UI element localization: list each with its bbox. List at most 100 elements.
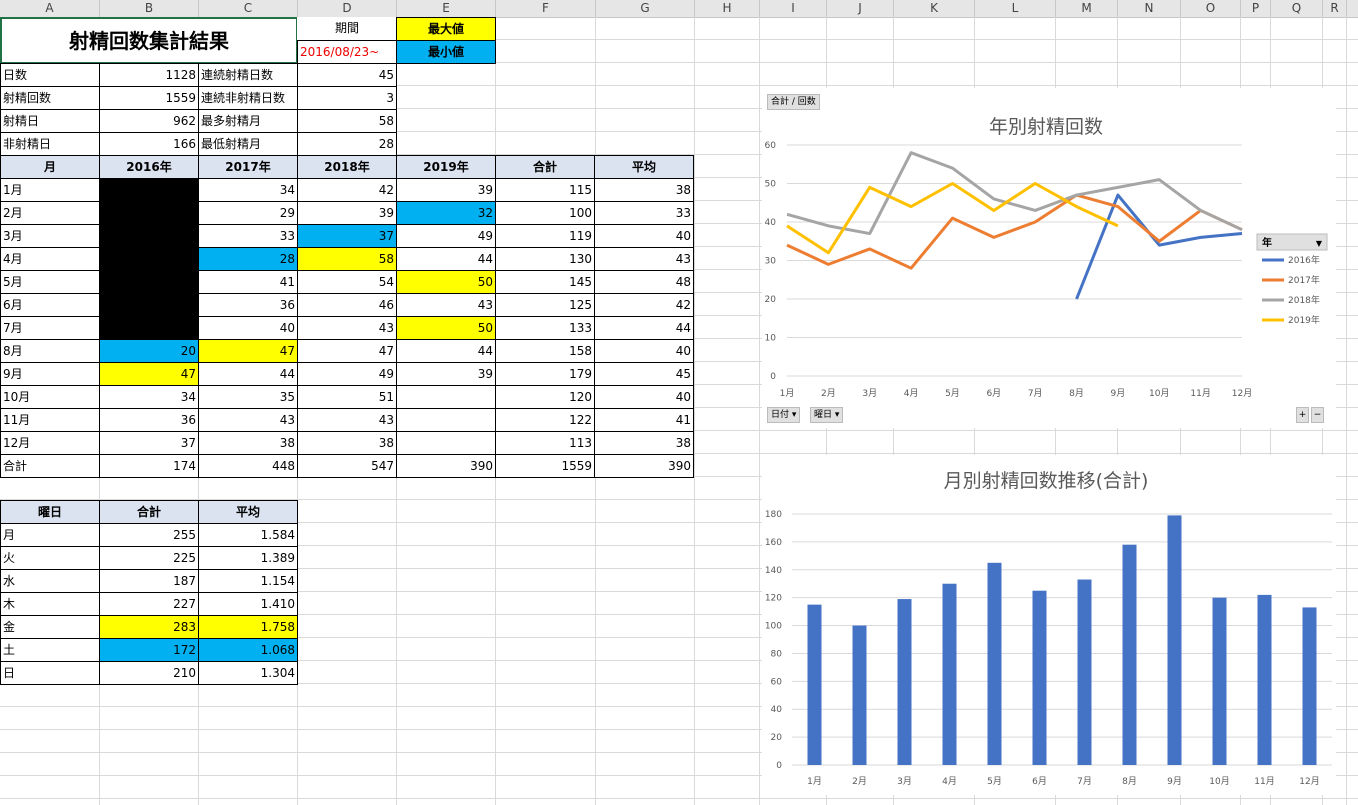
column-header-n[interactable]: N [1118,0,1181,17]
column-header-l[interactable]: L [975,0,1056,17]
weekday-row-label[interactable]: 土 [0,638,100,662]
monthly-row-label[interactable]: 10月 [0,385,100,409]
monthly-cell[interactable] [99,270,199,294]
monthly-header-cell[interactable]: 2018年 [297,155,397,179]
monthly-cell[interactable]: 28 [198,247,298,271]
monthly-cell[interactable]: 40 [198,316,298,340]
weekday-cell[interactable]: 1.154 [198,569,298,593]
summary-label[interactable]: 連続非射精日数 [198,86,298,110]
monthly-cell[interactable]: 179 [495,362,595,386]
column-header-c[interactable]: C [199,0,298,17]
monthly-row-label[interactable]: 12月 [0,431,100,455]
monthly-cell[interactable]: 50 [396,270,496,294]
monthly-cell[interactable]: 44 [396,339,496,363]
monthly-cell[interactable]: 49 [297,362,397,386]
monthly-cell[interactable]: 448 [198,454,298,478]
period-value[interactable]: 2016/08/23~ [297,40,397,64]
monthly-cell[interactable]: 158 [495,339,595,363]
summary-value[interactable]: 3 [297,86,397,110]
monthly-cell[interactable]: 40 [594,385,694,409]
monthly-header-cell[interactable]: 2017年 [198,155,298,179]
monthly-cell[interactable]: 43 [396,293,496,317]
summary-value[interactable]: 1128 [99,63,199,87]
weekday-cell[interactable]: 172 [99,638,199,662]
weekday-row-label[interactable]: 火 [0,546,100,570]
monthly-cell[interactable]: 48 [594,270,694,294]
monthly-cell[interactable]: 390 [396,454,496,478]
period-label[interactable]: 期間 [297,17,397,41]
monthly-cell[interactable]: 122 [495,408,595,432]
monthly-cell[interactable] [396,408,496,432]
column-header-i[interactable]: I [760,0,827,17]
monthly-cell[interactable]: 39 [396,178,496,202]
monthly-cell[interactable]: 34 [99,385,199,409]
monthly-cell[interactable]: 38 [594,178,694,202]
monthly-cell[interactable]: 29 [198,201,298,225]
monthly-cell[interactable]: 58 [297,247,397,271]
line-chart-yearly[interactable]: 合計 / 回数 年別射精回数 0 10 20 30 40 50 60 1月 2月 3月 4月 5月 6月 7… [762,88,1336,428]
weekday-row-label[interactable]: 日 [0,661,100,685]
monthly-cell[interactable]: 51 [297,385,397,409]
monthly-cell[interactable]: 390 [594,454,694,478]
monthly-row-label[interactable]: 3月 [0,224,100,248]
monthly-row-label[interactable]: 8月 [0,339,100,363]
monthly-row-label[interactable]: 11月 [0,408,100,432]
monthly-cell[interactable] [99,316,199,340]
monthly-cell[interactable]: 43 [198,408,298,432]
weekday-row-label[interactable]: 月 [0,523,100,547]
monthly-cell[interactable]: 40 [594,224,694,248]
sheet-title[interactable]: 射精回数集計結果 [0,17,298,64]
weekday-cell[interactable]: 1.758 [198,615,298,639]
monthly-cell[interactable]: 41 [594,408,694,432]
monthly-cell[interactable]: 47 [198,339,298,363]
monthly-cell[interactable]: 44 [594,316,694,340]
column-header-p[interactable]: P [1241,0,1271,17]
monthly-cell[interactable]: 32 [396,201,496,225]
monthly-cell[interactable]: 547 [297,454,397,478]
monthly-cell[interactable]: 36 [198,293,298,317]
monthly-cell[interactable]: 20 [99,339,199,363]
monthly-cell[interactable]: 100 [495,201,595,225]
weekday-cell[interactable]: 210 [99,661,199,685]
column-header-q[interactable]: Q [1271,0,1323,17]
summary-label[interactable]: 射精日 [0,109,100,133]
summary-value[interactable]: 45 [297,63,397,87]
monthly-cell[interactable]: 115 [495,178,595,202]
monthly-cell[interactable]: 37 [297,224,397,248]
zoom-in-button[interactable]: + [1296,407,1309,423]
monthly-row-label[interactable]: 7月 [0,316,100,340]
monthly-cell[interactable]: 39 [297,201,397,225]
monthly-cell[interactable]: 43 [297,408,397,432]
column-header-o[interactable]: O [1181,0,1241,17]
weekday-row-label[interactable]: 水 [0,569,100,593]
column-header-r[interactable]: R [1323,0,1347,17]
weekday-cell[interactable]: 1.068 [198,638,298,662]
monthly-header-cell[interactable]: 月 [0,155,100,179]
monthly-cell[interactable]: 33 [594,201,694,225]
summary-value[interactable]: 962 [99,109,199,133]
monthly-cell[interactable] [99,201,199,225]
column-header-m[interactable]: M [1056,0,1118,17]
weekday-header-cell[interactable]: 合計 [99,500,199,524]
monthly-cell[interactable] [99,178,199,202]
summary-label[interactable]: 最低射精月 [198,132,298,156]
weekday-cell[interactable]: 1.389 [198,546,298,570]
filter-button-weekday[interactable]: 曜日 ▾ [810,407,844,423]
monthly-cell[interactable]: 41 [198,270,298,294]
monthly-cell[interactable] [99,293,199,317]
pivot-field-button[interactable]: 合計 / 回数 [767,94,820,110]
weekday-cell[interactable]: 1.304 [198,661,298,685]
monthly-cell[interactable]: 174 [99,454,199,478]
monthly-cell[interactable]: 125 [495,293,595,317]
monthly-cell[interactable]: 35 [198,385,298,409]
filter-button-date[interactable]: 日付 ▾ [767,407,801,423]
bar-chart-monthly[interactable]: 月別射精回数推移(合計) 0 20 40 60 80 100 120 140 160 180 1月 2月… [762,455,1336,795]
monthly-row-label[interactable]: 5月 [0,270,100,294]
column-header-g[interactable]: G [596,0,695,17]
column-header-e[interactable]: E [397,0,496,17]
monthly-cell[interactable] [396,431,496,455]
monthly-cell[interactable]: 49 [396,224,496,248]
weekday-cell[interactable]: 1.410 [198,592,298,616]
monthly-header-cell[interactable]: 2016年 [99,155,199,179]
weekday-row-label[interactable]: 金 [0,615,100,639]
